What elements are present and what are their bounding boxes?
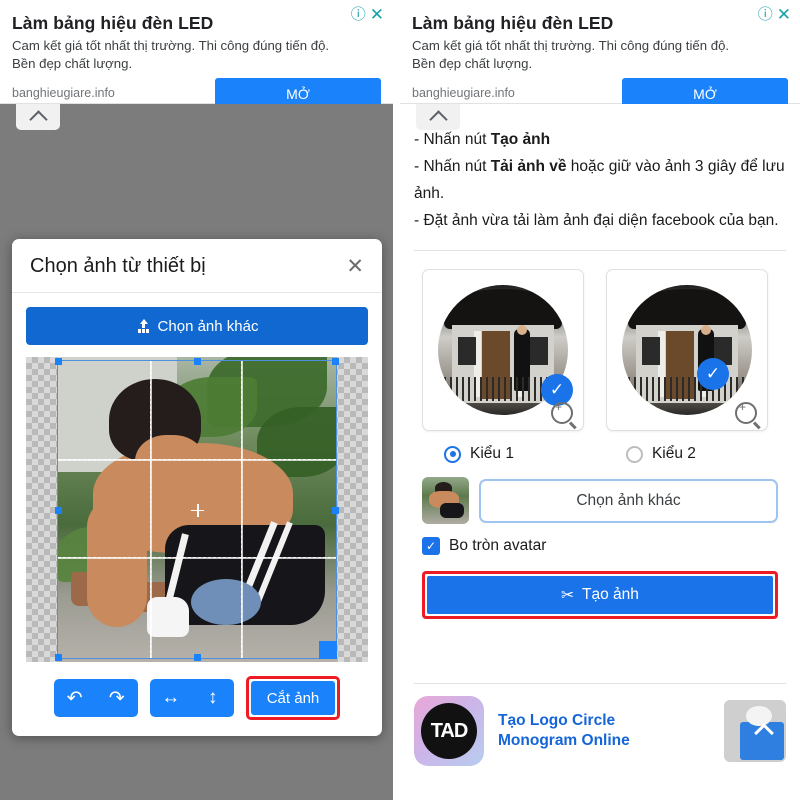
top-ad-banner[interactable]: ⓘ ✕ Làm bảng hiệu đèn LED Cam kết giá tố… bbox=[0, 0, 393, 108]
check-icon: ✓ bbox=[697, 358, 729, 390]
crop-button-highlight: Cắt ảnh bbox=[245, 676, 341, 720]
scissors-icon: ✂ bbox=[561, 586, 575, 604]
close-icon[interactable]: ✕ bbox=[346, 256, 364, 277]
choose-other-photo-button[interactable]: Chọn ảnh khác bbox=[26, 307, 368, 345]
radio-style-2[interactable]: Kiểu 2 bbox=[600, 445, 778, 463]
crop-handle-t[interactable] bbox=[194, 358, 201, 365]
ad-description: Cam kết giá tốt nhất thị trường. Thi côn… bbox=[12, 38, 330, 71]
info-circle-icon[interactable]: ⓘ bbox=[758, 7, 773, 22]
flip-horizontal-icon[interactable]: ↔ bbox=[150, 679, 192, 717]
choose-other-photo-button[interactable]: Chọn ảnh khác bbox=[479, 478, 778, 523]
round-avatar-row[interactable]: ✓ Bo tròn avatar bbox=[400, 524, 800, 555]
crop-handle-b[interactable] bbox=[194, 654, 201, 661]
style-radio-group: Kiểu 1 Kiểu 2 bbox=[400, 431, 800, 463]
app-logo-icon: TAD bbox=[414, 696, 484, 766]
style-card-2[interactable]: ✓ bbox=[606, 269, 768, 431]
selected-photo-thumbnail[interactable] bbox=[422, 477, 469, 524]
ad-controls-right: ⓘ ✕ bbox=[758, 6, 791, 23]
check-icon[interactable]: ✓ bbox=[422, 537, 440, 555]
radio-dot bbox=[625, 445, 643, 463]
collapse-ad-button[interactable] bbox=[416, 104, 460, 130]
left-page-body: - Nhấn nút Tạo ảnh Chọn ảnh từ thiết bị … bbox=[0, 104, 393, 800]
footer-ad-title-line2: Monogram Online bbox=[498, 732, 630, 749]
close-icon[interactable]: ✕ bbox=[777, 6, 791, 23]
crop-handle-l[interactable] bbox=[55, 506, 62, 514]
instruction-1-bold: Tạo ảnh bbox=[490, 131, 551, 148]
footer-ad-row[interactable]: TAD Tạo Logo Circle Monogram Online bbox=[400, 684, 800, 766]
chevron-up-icon bbox=[428, 109, 448, 129]
info-circle-icon[interactable]: ⓘ bbox=[351, 7, 366, 22]
ad-title: Làm bảng hiệu đèn LED bbox=[412, 13, 614, 33]
footer-ad-title: Tạo Logo Circle Monogram Online bbox=[498, 711, 710, 751]
screenshot-root: ⓘ ✕ Làm bảng hiệu đèn LED Cam kết giá tố… bbox=[0, 0, 800, 800]
flip-vertical-icon[interactable]: ↕ bbox=[192, 679, 234, 717]
crop-handle-br[interactable] bbox=[319, 641, 337, 659]
crop-selection[interactable] bbox=[55, 358, 339, 661]
select-photo-modal: Chọn ảnh từ thiết bị ✕ Chọn ảnh khác ↶ ↷… bbox=[12, 239, 382, 736]
modal-title: Chọn ảnh từ thiết bị bbox=[30, 255, 206, 277]
radio-style-1[interactable]: Kiểu 1 bbox=[422, 445, 600, 463]
footer-ad-thumbnail bbox=[724, 700, 786, 762]
collapse-ad-button[interactable] bbox=[16, 104, 60, 130]
left-panel: ⓘ ✕ Làm bảng hiệu đèn LED Cam kết giá tố… bbox=[0, 0, 393, 800]
make-image-label: Tạo ảnh bbox=[582, 586, 639, 603]
ad-title: Làm bảng hiệu đèn LED bbox=[12, 13, 214, 33]
style-card-1[interactable]: ✓ bbox=[422, 269, 584, 431]
radio-label-2: Kiểu 2 bbox=[651, 445, 696, 462]
crop-center-marker bbox=[191, 503, 204, 517]
rotate-counterclockwise-icon[interactable]: ↶ bbox=[54, 679, 96, 717]
choose-other-photo-label: Chọn ảnh khác bbox=[157, 317, 259, 335]
upload-icon bbox=[136, 319, 151, 333]
footer-ad-right[interactable]: TAD Tạo Logo Circle Monogram Online bbox=[400, 683, 800, 800]
make-image-button[interactable]: ✂ Tạo ảnh bbox=[427, 576, 773, 614]
instruction-3: - Đặt ảnh vừa tải làm ảnh đại diện faceb… bbox=[414, 212, 779, 229]
modal-header: Chọn ảnh từ thiết bị ✕ bbox=[12, 239, 382, 293]
zoom-in-icon[interactable] bbox=[735, 400, 757, 424]
ad-url: banghieugiare.info bbox=[12, 86, 115, 100]
crop-canvas[interactable] bbox=[26, 357, 368, 662]
rotate-clockwise-icon[interactable]: ↷ bbox=[96, 679, 138, 717]
modal-body: Chọn ảnh khác ↶ ↷ ↔ ↕ Cắt ảnh bbox=[12, 293, 382, 736]
crop-handle-tr[interactable] bbox=[332, 358, 339, 365]
crop-button[interactable]: Cắt ảnh bbox=[250, 681, 336, 715]
style-cards: ✓ ✓ bbox=[400, 251, 800, 431]
footer-ad-title-line1: Tạo Logo Circle bbox=[498, 712, 616, 729]
instruction-2: - Nhấn nút Tải ảnh về hoặc giữ vào ảnh 3… bbox=[414, 158, 785, 202]
pick-photo-row: Chọn ảnh khác bbox=[400, 463, 800, 524]
instruction-2-bold: Tải ảnh về bbox=[490, 158, 567, 175]
right-page-body: - Nhấn nút Tạo ảnh - Nhấn nút Tải ảnh về… bbox=[400, 104, 800, 800]
make-button-highlight: ✂ Tạo ảnh bbox=[422, 571, 778, 619]
radio-label-1: Kiểu 1 bbox=[470, 445, 514, 462]
avatar-preview-2 bbox=[622, 285, 752, 415]
ad-url: banghieugiare.info bbox=[412, 86, 515, 100]
crop-handle-r[interactable] bbox=[332, 506, 339, 514]
radio-dot-selected bbox=[444, 445, 461, 463]
rotate-group: ↶ ↷ bbox=[53, 679, 138, 717]
ad-controls: ⓘ ✕ bbox=[351, 6, 384, 23]
crop-handle-bl[interactable] bbox=[55, 654, 62, 661]
crop-toolbar: ↶ ↷ ↔ ↕ Cắt ảnh bbox=[26, 676, 368, 720]
instruction-1: - Nhấn nút Tạo ảnh bbox=[414, 131, 551, 148]
top-ad-banner-right[interactable]: ⓘ ✕ Làm bảng hiệu đèn LED Cam kết giá tố… bbox=[400, 0, 800, 108]
crop-handle-tl[interactable] bbox=[55, 358, 62, 365]
logo-monogram: TAD bbox=[421, 703, 477, 759]
round-avatar-label: Bo tròn avatar bbox=[449, 537, 547, 554]
flip-group: ↔ ↕ bbox=[149, 679, 234, 717]
close-icon[interactable]: ✕ bbox=[370, 6, 384, 23]
ad-description: Cam kết giá tốt nhất thị trường. Thi côn… bbox=[412, 38, 730, 71]
zoom-in-icon[interactable] bbox=[551, 400, 573, 424]
chevron-up-icon bbox=[28, 109, 48, 129]
right-panel: ⓘ ✕ Làm bảng hiệu đèn LED Cam kết giá tố… bbox=[400, 0, 800, 800]
